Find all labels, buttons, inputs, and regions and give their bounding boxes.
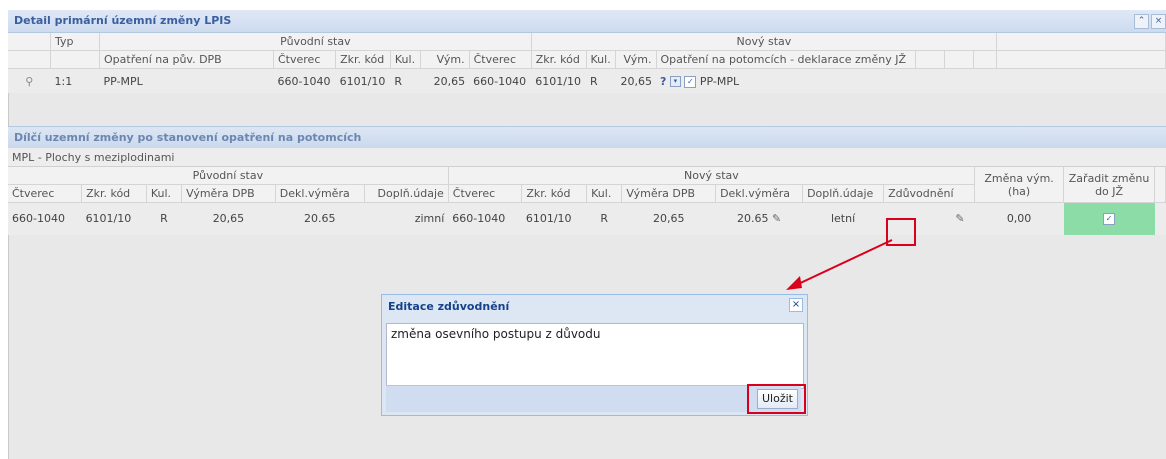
dialog-close-icon[interactable]: × xyxy=(789,298,803,312)
group-label: MPL - Plochy s meziplodinami xyxy=(8,148,1166,167)
col-zduvod: Zdůvodnění xyxy=(883,184,976,203)
col-zaradit: Zařadit změnu do JŽ xyxy=(1063,167,1156,203)
sub-panel-header: Dílčí uzemní změny po stanovení opatření… xyxy=(8,126,1166,149)
close-icon[interactable]: × xyxy=(1151,14,1166,29)
table-row[interactable]: 660-1040 6101/10 R 20,65 20.65 zimní 660… xyxy=(8,202,1166,235)
cell-zmena: 0,00 xyxy=(974,202,1064,235)
top-table: Typ Původní stav Nový stav Opatření na p… xyxy=(8,33,1166,93)
cell-ctverec-b: 660-1040 xyxy=(8,202,82,235)
col-ctverec-b: Čtverec xyxy=(8,184,83,203)
col-vym: Vým. xyxy=(420,50,470,69)
cell-ctverec: 660-1040 xyxy=(273,68,336,93)
cell-kul-new: R xyxy=(586,68,616,93)
cell-vym: 20,65 xyxy=(420,68,470,93)
double-chevron-up-icon[interactable]: ⌃ xyxy=(1134,14,1149,29)
cell-vymera-b: 20,65 xyxy=(181,202,276,235)
col-ctverec-new: Čtverec xyxy=(469,50,532,69)
col-dekl-b: Dekl.výměra xyxy=(275,184,365,203)
panel-header: Detail primární územní změny LPIS ⌃ × xyxy=(8,10,1166,33)
col-measure-new: Opatření na potomcích - deklarace změny … xyxy=(656,50,916,69)
cell-dekl-b2: 20.65 xyxy=(736,212,769,226)
col-zmena: Změna vým. (ha) xyxy=(974,167,1065,203)
help-icon[interactable]: ? xyxy=(660,75,666,88)
bottom-table: Původní stav Nový stav Změna vým. (ha) Z… xyxy=(8,167,1166,235)
cell-vymera-b2: 20,65 xyxy=(621,202,716,235)
col-kul-b2: Kul. xyxy=(586,184,623,203)
arrow-annotation xyxy=(786,239,893,290)
cell-ctverec-new: 660-1040 xyxy=(469,68,532,93)
include-checkbox[interactable]: ✓ xyxy=(1103,213,1116,226)
cell-kul-b: R xyxy=(146,202,182,235)
col-vymera-b2: Výměra DPB xyxy=(621,184,717,203)
cell-kul: R xyxy=(390,68,421,93)
dropdown-icon[interactable]: ▾ xyxy=(669,76,681,87)
col-zkr-kod-new: Zkr. kód xyxy=(531,50,587,69)
cell-measure: PP-MPL xyxy=(99,68,274,93)
cell-ctverec-b2: 660-1040 xyxy=(448,202,522,235)
cell-vym-new: 20,65 xyxy=(615,68,656,93)
cell-kul-b2: R xyxy=(586,202,622,235)
col-vymera-b: Výměra DPB xyxy=(181,184,276,203)
col-ctverec-b2: Čtverec xyxy=(448,184,523,203)
pencil-icon[interactable]: ✎ xyxy=(772,212,781,225)
table-row[interactable]: ⚲ 1:1 PP-MPL 660-1040 6101/10 R 20,65 66… xyxy=(8,68,1166,93)
col-vym-new: Vým. xyxy=(615,50,657,69)
edit-reason-dialog: Editace zdůvodnění × změna osevního post… xyxy=(381,294,808,416)
col-kul: Kul. xyxy=(390,50,421,69)
group-original-2: Původní stav xyxy=(8,167,449,185)
cell-dopln-b: zimní xyxy=(364,202,449,235)
measure-checkbox[interactable]: ✓ xyxy=(684,75,697,88)
col-zkr-kod: Zkr. kód xyxy=(335,50,391,69)
cell-zkr-kod: 6101/10 xyxy=(335,68,391,93)
group-new-2: Nový stav xyxy=(448,167,976,185)
col-zkr-kod-b: Zkr. kód xyxy=(81,184,147,203)
col-kul-new: Kul. xyxy=(586,50,617,69)
search-icon[interactable]: ⚲ xyxy=(25,75,33,88)
col-typ: Typ xyxy=(50,33,100,51)
col-ctverec: Čtverec xyxy=(273,50,337,69)
cell-zkr-kod-new: 6101/10 xyxy=(531,68,586,93)
col-measure-orig: Opatření na pův. DPB xyxy=(99,50,274,69)
dialog-title: Editace zdůvodnění xyxy=(388,300,510,313)
col-kul-b: Kul. xyxy=(146,184,183,203)
panel-title: Detail primární územní změny LPIS xyxy=(14,14,232,27)
col-dopln-b: Doplň.údaje xyxy=(364,184,449,203)
highlight-box-save xyxy=(747,384,806,414)
group-original: Původní stav xyxy=(99,33,532,51)
edit-reason-pencil-icon[interactable]: ✎ xyxy=(955,212,964,225)
col-dopln-b2: Doplň.údaje xyxy=(802,184,885,203)
reason-textarea[interactable]: změna osevního postupu z důvodu xyxy=(386,323,804,389)
cell-zkr-kod-b2: 6101/10 xyxy=(521,202,587,235)
col-dekl-b2: Dekl.výměra xyxy=(715,184,804,203)
group-label-text: MPL - Plochy s meziplodinami xyxy=(12,151,175,164)
cell-dekl-b: 20.65 xyxy=(275,202,365,235)
cell-zkr-kod-b: 6101/10 xyxy=(81,202,147,235)
cell-dopln-b2: letní xyxy=(802,202,884,235)
group-new: Nový stav xyxy=(531,33,998,51)
cell-typ: 1:1 xyxy=(50,68,100,93)
col-zkr-kod-b2: Zkr. kód xyxy=(521,184,588,203)
dialog-footer: Uložit xyxy=(386,385,801,412)
sub-panel-title: Dílčí uzemní změny po stanovení opatření… xyxy=(14,131,362,144)
cell-measure-new: PP-MPL xyxy=(699,74,740,88)
